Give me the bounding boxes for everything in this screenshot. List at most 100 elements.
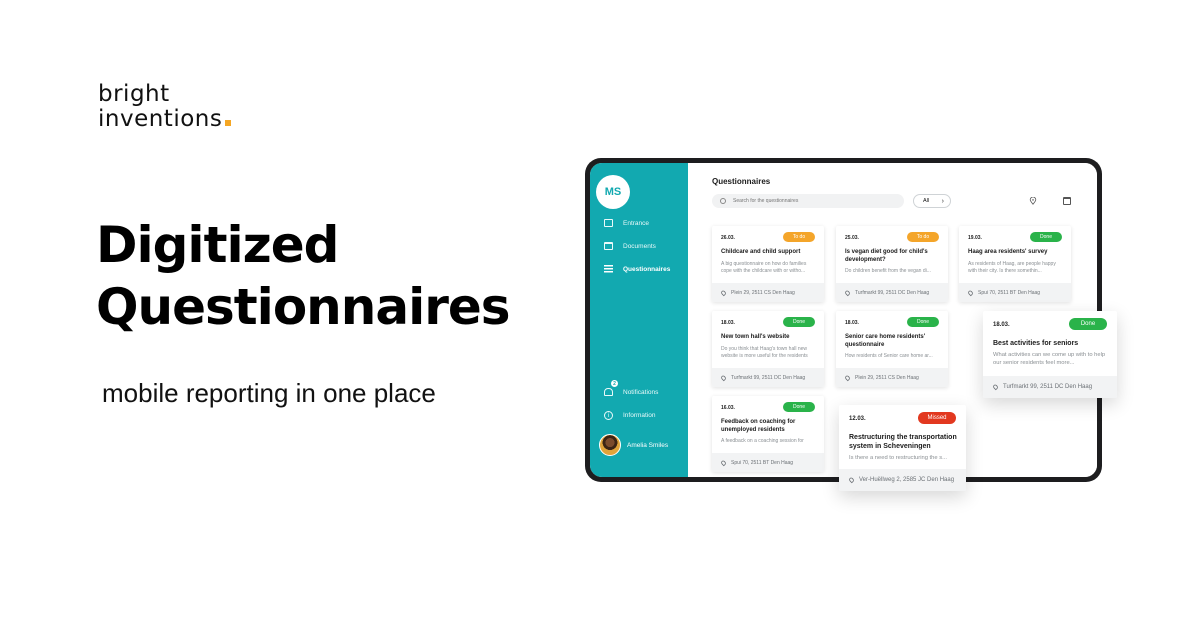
status-badge: Done xyxy=(1069,318,1107,330)
card-title: Childcare and child support xyxy=(721,249,801,255)
status-badge: To do xyxy=(783,232,815,242)
card-footer: Turfmarkt 99, 2511 DC Den Haag xyxy=(836,283,948,302)
location-pin-icon xyxy=(720,289,727,296)
floating-questionnaire-card[interactable]: 12.03. Missed Restructuring the transpor… xyxy=(839,405,966,491)
info-icon: i xyxy=(604,411,613,420)
hero-title-line2: Questionnaires xyxy=(96,278,511,336)
card-address: Spui 70, 2511 BT Den Haag xyxy=(731,459,794,466)
questionnaire-card[interactable]: 26.03. To do Childcare and child support… xyxy=(712,226,824,302)
calendar-icon[interactable] xyxy=(1063,197,1071,205)
card-footer: Spui 70, 2511 BT Den Haag xyxy=(959,283,1071,302)
card-footer: Turfmarkt 99, 2511 DC Den Haag xyxy=(983,376,1117,398)
sidebar-item-information[interactable]: i Information xyxy=(604,411,656,420)
hero-subtitle: mobile reporting in one place xyxy=(102,378,436,408)
sidebar-item-label: Information xyxy=(623,412,656,419)
sidebar-item-entrance[interactable]: Entrance xyxy=(604,219,649,227)
card-date: 26.03. xyxy=(721,235,735,241)
status-badge: Done xyxy=(1030,232,1062,242)
card-title: Is vegan diet good for child's developme… xyxy=(845,249,928,263)
hero-title: Digitized Questionnaires xyxy=(96,214,511,338)
card-title: Feedback on coaching for unemployed resi… xyxy=(721,419,796,433)
card-description: A feedback on a coaching session for xyxy=(721,438,804,444)
card-date: 25.03. xyxy=(845,235,859,241)
status-badge: Done xyxy=(783,317,815,327)
card-description: Do you think that Haag's town hall new w… xyxy=(721,346,808,359)
status-filter-dropdown[interactable]: All › xyxy=(913,194,951,208)
notification-count-badge: 2 xyxy=(611,380,618,387)
location-pin-icon xyxy=(844,289,851,296)
card-description: A big questionnaire on how do families c… xyxy=(721,261,807,274)
brand-logo: bright inventions xyxy=(98,81,232,132)
card-title: Senior care home residents' questionnair… xyxy=(845,334,926,348)
filter-label: All xyxy=(923,198,930,204)
card-description: Is there a need to restructuring the s..… xyxy=(849,455,947,461)
card-footer: Ver-Huëllweg 2, 2585 JC Den Haag xyxy=(839,469,966,491)
location-pin-icon xyxy=(720,459,727,466)
status-badge: Missed xyxy=(918,412,956,424)
brand-logo-line2: inventions xyxy=(98,106,232,132)
questionnaire-card[interactable]: 16.03. Done Feedback on coaching for une… xyxy=(712,396,824,472)
sidebar-item-documents[interactable]: Documents xyxy=(604,242,656,250)
questionnaire-card[interactable]: 18.03. Done Senior care home residents' … xyxy=(836,311,948,387)
map-pin-icon[interactable] xyxy=(1029,197,1037,205)
card-date: 16.03. xyxy=(721,405,735,411)
folder-icon xyxy=(604,242,613,250)
card-title: Restructuring the transportation system … xyxy=(849,434,957,450)
sidebar-item-notifications[interactable]: Notifications xyxy=(604,388,658,396)
sidebar-item-label: Questionnaires xyxy=(623,265,671,273)
status-badge: Done xyxy=(783,402,815,412)
card-date: 18.03. xyxy=(993,322,1010,328)
user-name: Amelia Smiles xyxy=(627,441,669,449)
card-address: Ver-Huëllweg 2, 2585 JC Den Haag xyxy=(859,477,955,483)
card-description: As residents of Haag, are people happy w… xyxy=(968,261,1056,274)
search-icon xyxy=(720,198,726,204)
questionnaire-card[interactable]: 18.03. Done New town hall's website Do y… xyxy=(712,311,824,387)
sidebar: MS Entrance Documents Questionnaires Not… xyxy=(590,163,688,477)
status-badge: Done xyxy=(907,317,939,327)
card-description: Do children benefit from the vegan di... xyxy=(845,268,931,274)
location-pin-icon xyxy=(992,383,999,391)
card-description: How residents of Senior care home ar... xyxy=(845,353,933,359)
card-address: Plein 29, 2511 CS Den Haag xyxy=(855,374,919,381)
location-pin-icon xyxy=(720,374,727,381)
questionnaire-card[interactable]: 25.03. To do Is vegan diet good for chil… xyxy=(836,226,948,302)
sidebar-item-label: Documents xyxy=(623,242,656,250)
questionnaire-card[interactable]: 19.03. Done Haag area residents' survey … xyxy=(959,226,1071,302)
card-footer: Turfmarkt 99, 2511 DC Den Haag xyxy=(712,368,824,387)
list-icon xyxy=(604,265,613,273)
entrance-icon xyxy=(604,219,613,227)
search-input[interactable] xyxy=(733,198,883,204)
card-address: Turfmarkt 99, 2511 DC Den Haag xyxy=(731,374,806,381)
sidebar-item-label: Entrance xyxy=(623,219,650,227)
card-address: Plein 29, 2511 CS Den Haag xyxy=(731,289,795,296)
card-address: Spui 70, 2511 BT Den Haag xyxy=(978,289,1041,296)
card-title: New town hall's website xyxy=(721,334,790,340)
card-title: Best activities for seniors xyxy=(993,340,1079,347)
bell-icon xyxy=(604,388,613,396)
card-title: Haag area residents' survey xyxy=(968,249,1048,255)
card-date: 19.03. xyxy=(968,235,982,241)
card-date: 18.03. xyxy=(845,320,859,326)
chevron-right-icon: › xyxy=(941,197,944,205)
brand-dot-icon xyxy=(225,120,232,126)
user-profile[interactable]: Amelia Smiles xyxy=(599,434,668,456)
card-footer: Plein 29, 2511 CS Den Haag xyxy=(712,283,824,302)
status-badge: To do xyxy=(907,232,939,242)
avatar xyxy=(599,434,621,456)
location-pin-icon xyxy=(848,476,855,484)
card-footer: Spui 70, 2511 BT Den Haag xyxy=(712,453,824,472)
floating-questionnaire-card[interactable]: 18.03. Done Best activities for seniors … xyxy=(983,311,1117,398)
card-footer: Plein 29, 2511 CS Den Haag xyxy=(836,368,948,387)
card-address: Turfmarkt 99, 2511 DC Den Haag xyxy=(855,289,930,296)
sidebar-item-questionnaires[interactable]: Questionnaires xyxy=(604,265,670,273)
card-date: 12.03. xyxy=(849,416,866,422)
brand-logo-line1: bright xyxy=(98,81,170,107)
page-title: Questionnaires xyxy=(712,177,771,186)
search-bar[interactable] xyxy=(712,194,904,208)
location-pin-icon xyxy=(967,289,974,296)
sidebar-item-label: Notifications xyxy=(623,388,659,396)
card-date: 18.03. xyxy=(721,320,735,326)
hero-title-line1: Digitized xyxy=(96,216,339,274)
brand-logo-line2-text: inventions xyxy=(98,106,223,132)
user-initials-avatar[interactable]: MS xyxy=(596,175,630,209)
